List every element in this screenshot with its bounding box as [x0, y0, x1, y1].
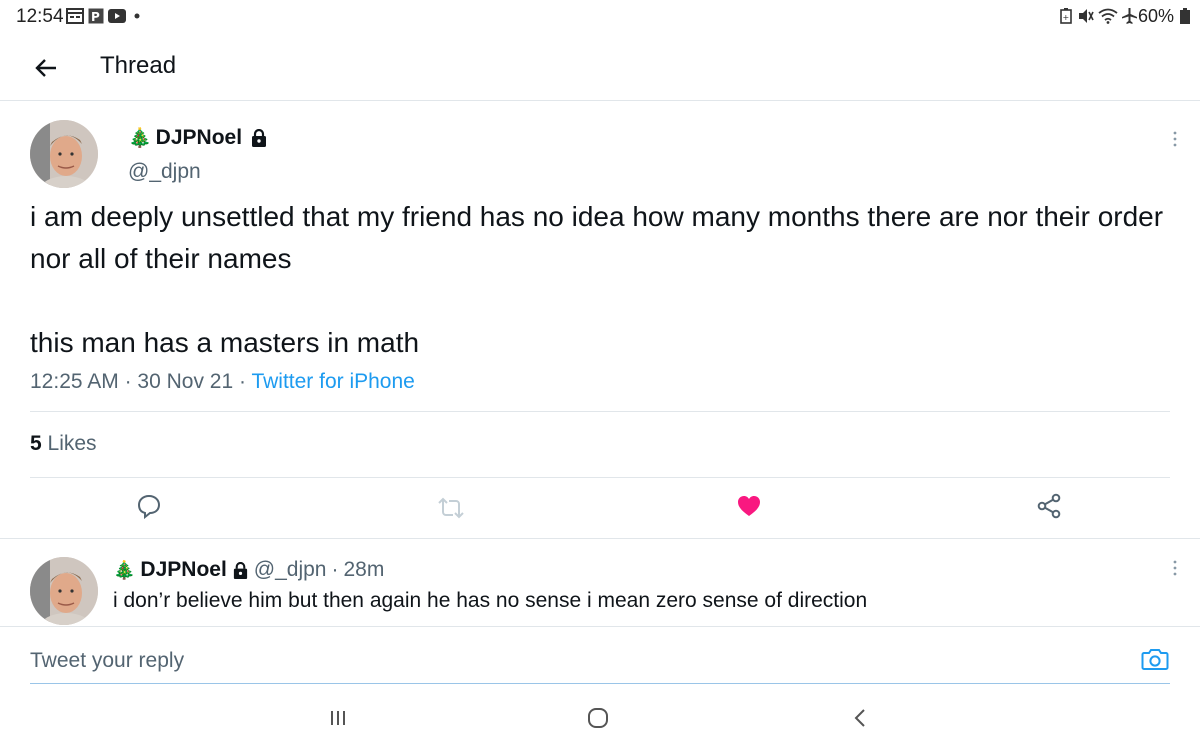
thread-header: Thread — [0, 40, 1200, 101]
tweet-time: 12:25 AM — [30, 370, 119, 393]
author-line[interactable]: 🎄 DJPNoel — [128, 126, 268, 150]
likes-label: Likes — [41, 432, 97, 455]
reply-author-line[interactable]: 🎄 DJPNoel @_djpn · 28m — [113, 558, 384, 582]
wifi-icon — [1098, 8, 1118, 24]
youtube-notification-icon — [108, 8, 126, 24]
recents-button[interactable] — [318, 700, 358, 740]
reply-composer — [0, 626, 1200, 693]
more-icon — [1173, 131, 1177, 152]
svg-text:P: P — [91, 10, 100, 24]
divider — [30, 477, 1170, 478]
back-button[interactable] — [28, 52, 64, 88]
retweet-button[interactable] — [431, 490, 471, 530]
nav-back-button[interactable] — [840, 700, 880, 740]
compose-underline — [30, 683, 1170, 684]
battery-icon — [1180, 8, 1190, 24]
meta-separator: · — [124, 370, 138, 393]
camera-button[interactable] — [1140, 647, 1170, 675]
pinterest-notification-icon: P — [88, 8, 104, 24]
battery-saver-icon: + — [1060, 8, 1072, 24]
like-button[interactable] — [729, 488, 769, 528]
lock-icon — [232, 561, 249, 579]
author-handle[interactable]: @_djpn — [128, 160, 201, 184]
more-icon — [1173, 560, 1177, 581]
home-icon — [587, 707, 609, 734]
more-notifications-dot-icon — [134, 8, 140, 24]
nav-back-icon — [853, 708, 867, 733]
mute-icon — [1078, 8, 1094, 24]
reply-button[interactable] — [129, 488, 169, 528]
reply-more-button[interactable] — [1165, 555, 1185, 585]
page-title: Thread — [100, 52, 177, 79]
author-name: DJPNoel — [155, 126, 243, 149]
meta-separator: · — [331, 558, 339, 581]
status-bar: 12:54 P + 60% — [0, 0, 1200, 34]
heart-icon — [736, 494, 762, 523]
back-arrow-icon — [35, 58, 57, 83]
christmas-tree-emoji: 🎄 — [128, 128, 152, 149]
svg-text:+: + — [1063, 13, 1070, 22]
tweet-date: 30 Nov 21 — [137, 370, 234, 393]
reply-input[interactable] — [30, 641, 1110, 681]
reply-author-name: DJPNoel — [140, 558, 227, 581]
tweet-text: i am deeply unsettled that my friend has… — [30, 201, 1164, 358]
battery-percent: 60% — [1137, 6, 1174, 26]
tweet-more-button[interactable] — [1165, 126, 1185, 156]
divider — [0, 538, 1200, 539]
reply-author-handle: @_djpn — [253, 558, 327, 581]
divider — [30, 411, 1170, 412]
reply-age: 28m — [343, 558, 385, 581]
share-icon — [1036, 493, 1062, 524]
airplane-mode-icon — [1120, 8, 1138, 24]
status-time: 12:54 — [16, 6, 64, 27]
calendar-notification-icon — [66, 8, 84, 24]
tweet-source-link[interactable]: Twitter for iPhone — [251, 370, 414, 393]
likes-link[interactable]: 5 Likes — [30, 432, 97, 456]
christmas-tree-emoji: 🎄 — [113, 559, 136, 580]
recents-icon — [329, 709, 347, 732]
lock-icon — [250, 129, 268, 147]
tweet-meta: 12:25 AM · 30 Nov 21 · Twitter for iPhon… — [30, 370, 415, 394]
retweet-icon — [437, 496, 465, 525]
share-button[interactable] — [1029, 488, 1069, 528]
reply-icon — [136, 493, 162, 524]
meta-separator: · — [238, 370, 252, 393]
camera-icon — [1141, 647, 1169, 676]
avatar[interactable] — [30, 120, 98, 188]
reply-text: i don’r believe him but then again he ha… — [113, 589, 868, 612]
home-button[interactable] — [578, 700, 618, 740]
reply-avatar[interactable] — [30, 557, 98, 625]
likes-count: 5 — [30, 432, 42, 455]
